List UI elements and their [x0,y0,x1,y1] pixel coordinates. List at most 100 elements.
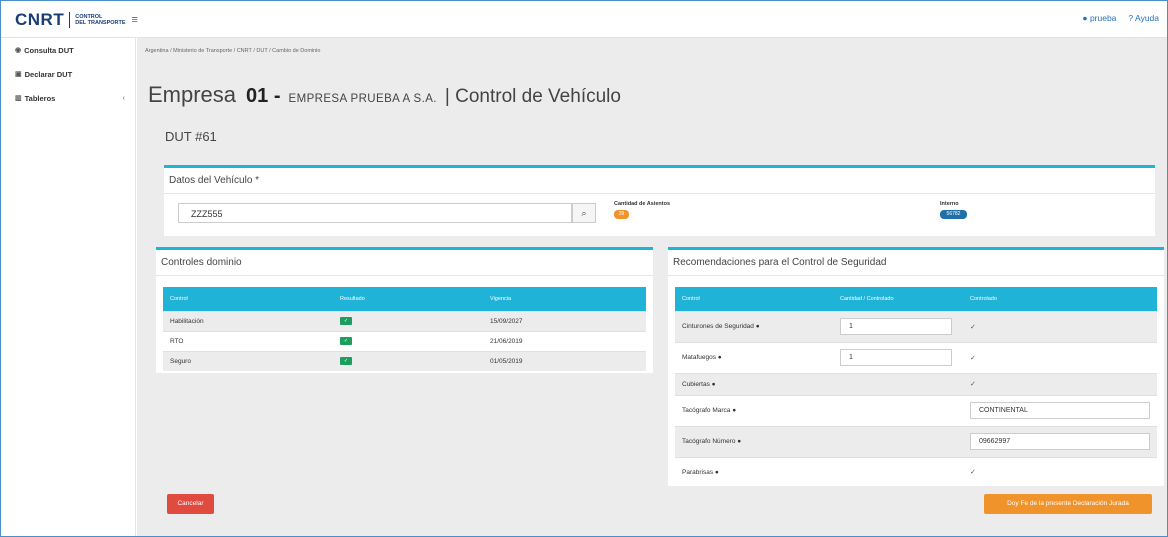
sidebar-item-label: Declarar DUT [24,69,73,79]
help-circle-icon: ● [711,380,716,388]
control-name: Seguro [163,350,333,371]
table-header-row: Control Cantidad / Controlado Controlado [675,287,1157,311]
logo-subtitle: CONTROL DEL TRANSPORTE [75,14,125,26]
help-icon: ? [1128,13,1134,23]
cnrt-logo[interactable]: CNRT CONTROL DEL TRANSPORTE ≡ [15,10,138,30]
table-row: Cubiertas ● ✓ [675,372,1157,395]
controles-dominio-panel: Controles dominio Control Resultado Vige… [156,247,653,373]
dut-number: DUT #61 [165,129,217,144]
top-bar: CNRT CONTROL DEL TRANSPORTE ≡ ● prueba ?… [1,1,1167,38]
breadcrumb: Argentina / Ministerio de Transporte / C… [145,48,321,54]
vigencia: 21/06/2019 [483,330,646,351]
control-name: Cinturones de Seguridad ● [675,310,833,342]
sidebar: ◉ Consulta DUT ▣ Declarar DUT ▥ Tableros… [1,38,136,536]
chevron-left-icon[interactable]: ‹ [123,95,125,102]
recomendaciones-panel: Recomendaciones para el Control de Segur… [668,247,1164,487]
dominio-input[interactable]: ZZZ555 [178,203,572,223]
quantity-cell: 1 [833,310,963,342]
column-header: Vigencia [483,287,646,311]
control-label: Cinturones de Seguridad [682,323,754,330]
main-content: Argentina / Ministerio de Transporte / C… [137,38,1167,536]
control-name: RTO [163,330,333,351]
table-row: Parabrisas ● ✓ [675,456,1157,487]
result-cell: ✓ [333,310,483,331]
sidebar-item-consulta-dut[interactable]: ◉ Consulta DUT [1,38,135,62]
controlado-cell: 09662997 [963,425,1157,457]
recomendaciones-table: Control Cantidad / Controlado Controlado… [675,287,1157,487]
cancel-button[interactable]: Cancelar [167,494,214,514]
controlado-cell: ✓ [963,341,1157,373]
controles-table: Control Resultado Vigencia Habilitación … [163,287,646,371]
control-name: Matafuegos ● [675,341,833,373]
controlado-cell: CONTINENTAL [963,394,1157,426]
vehicle-data-heading: Datos del Vehículo * [164,168,1155,194]
controlado-cell: ✓ [963,310,1157,342]
quantity-cell [833,456,963,487]
control-name: Parabrisas ● [675,456,833,487]
asientos-label: Cantidad de Asientos [614,201,671,207]
asientos-badge: 39 [614,210,629,219]
help-circle-icon: ● [732,407,737,414]
title-company-code: 01 - [246,85,281,107]
checkbox-checked-icon[interactable]: ✓ [970,381,976,388]
control-label: Matafuegos [682,354,716,361]
quantity-cell [833,425,963,457]
chart-icon: ▥ [15,95,22,102]
cinturones-quantity-input[interactable]: 1 [840,318,952,335]
table-row: Tacógrafo Marca ● CONTINENTAL [675,394,1157,426]
tacografo-numero-input[interactable]: 09662997 [970,433,1150,450]
controles-table-wrap: Control Resultado Vigencia Habilitación … [163,287,646,371]
interno-badge: 56782 [940,210,967,219]
control-name: Tacógrafo Marca ● [675,394,833,426]
control-name: Tacógrafo Número ● [675,425,833,457]
title-empresa: Empresa [148,82,237,107]
tacografo-marca-input[interactable]: CONTINENTAL [970,402,1150,419]
sidebar-item-declarar-dut[interactable]: ▣ Declarar DUT [1,62,135,86]
matafuegos-quantity-input[interactable]: 1 [840,349,952,366]
column-header: Cantidad / Controlado [833,287,963,311]
quantity-cell: 1 [833,341,963,373]
control-label: Tacógrafo Marca [682,407,731,414]
help-circle-icon: ● [737,438,742,445]
help-link[interactable]: ? Ayuda [1128,13,1159,23]
recomendaciones-heading: Recomendaciones para el Control de Segur… [668,250,1164,276]
checkbox-checked-icon[interactable]: ✓ [970,469,976,476]
page-title: Empresa 01 - EMPRESA PRUEBA A S.A. | Con… [148,82,621,108]
check-badge-icon: ✓ [340,317,352,325]
table-row: Cinturones de Seguridad ● 1 ✓ [675,310,1157,342]
tachometer-icon: ◉ [15,47,22,54]
checkbox-checked-icon[interactable]: ✓ [970,324,976,331]
quantity-cell [833,394,963,426]
check-badge-icon: ✓ [340,337,352,345]
column-header: Control [163,287,333,311]
title-section: | Control de Vehículo [444,86,621,107]
help-circle-icon: ● [717,354,722,361]
recomendaciones-table-wrap: Control Cantidad / Controlado Controlado… [675,287,1157,487]
controlado-cell: ✓ [963,372,1157,395]
controlado-cell: ✓ [963,456,1157,487]
doy-fe-button[interactable]: Doy Fe de la presente Declaración Jurada [984,494,1152,514]
save-icon: ▣ [15,71,22,78]
logo-subtitle-line2: DEL TRANSPORTE [75,20,126,26]
control-label: Tacógrafo Número [682,438,736,445]
logo-divider [69,12,71,28]
result-cell: ✓ [333,350,483,371]
vigencia: 15/09/2027 [483,310,646,331]
sidebar-item-tableros[interactable]: ▥ Tableros ‹ [1,86,135,110]
check-badge-icon: ✓ [340,357,352,366]
search-button[interactable]: ⌕ [572,203,596,223]
user-menu[interactable]: ● prueba [1082,13,1116,23]
table-row: Habilitación ✓ 15/09/2027 [163,310,646,331]
control-name: Habilitación [163,310,333,331]
column-header: Controlado [963,287,1157,311]
control-name: Cubiertas ● [675,372,833,395]
checkbox-checked-icon[interactable]: ✓ [970,355,976,362]
table-header-row: Control Resultado Vigencia [163,287,646,311]
column-header: Resultado [333,287,483,311]
help-circle-icon: ● [714,468,719,476]
hamburger-icon[interactable]: ≡ [132,14,138,26]
table-row: Seguro ✓ 01/05/2019 [163,350,646,371]
sidebar-item-label: Consulta DUT [24,45,74,55]
vehicle-data-panel: Datos del Vehículo * ZZZ555 ⌕ Cantidad d… [164,165,1155,236]
table-row: Tacógrafo Número ● 09662997 [675,425,1157,457]
